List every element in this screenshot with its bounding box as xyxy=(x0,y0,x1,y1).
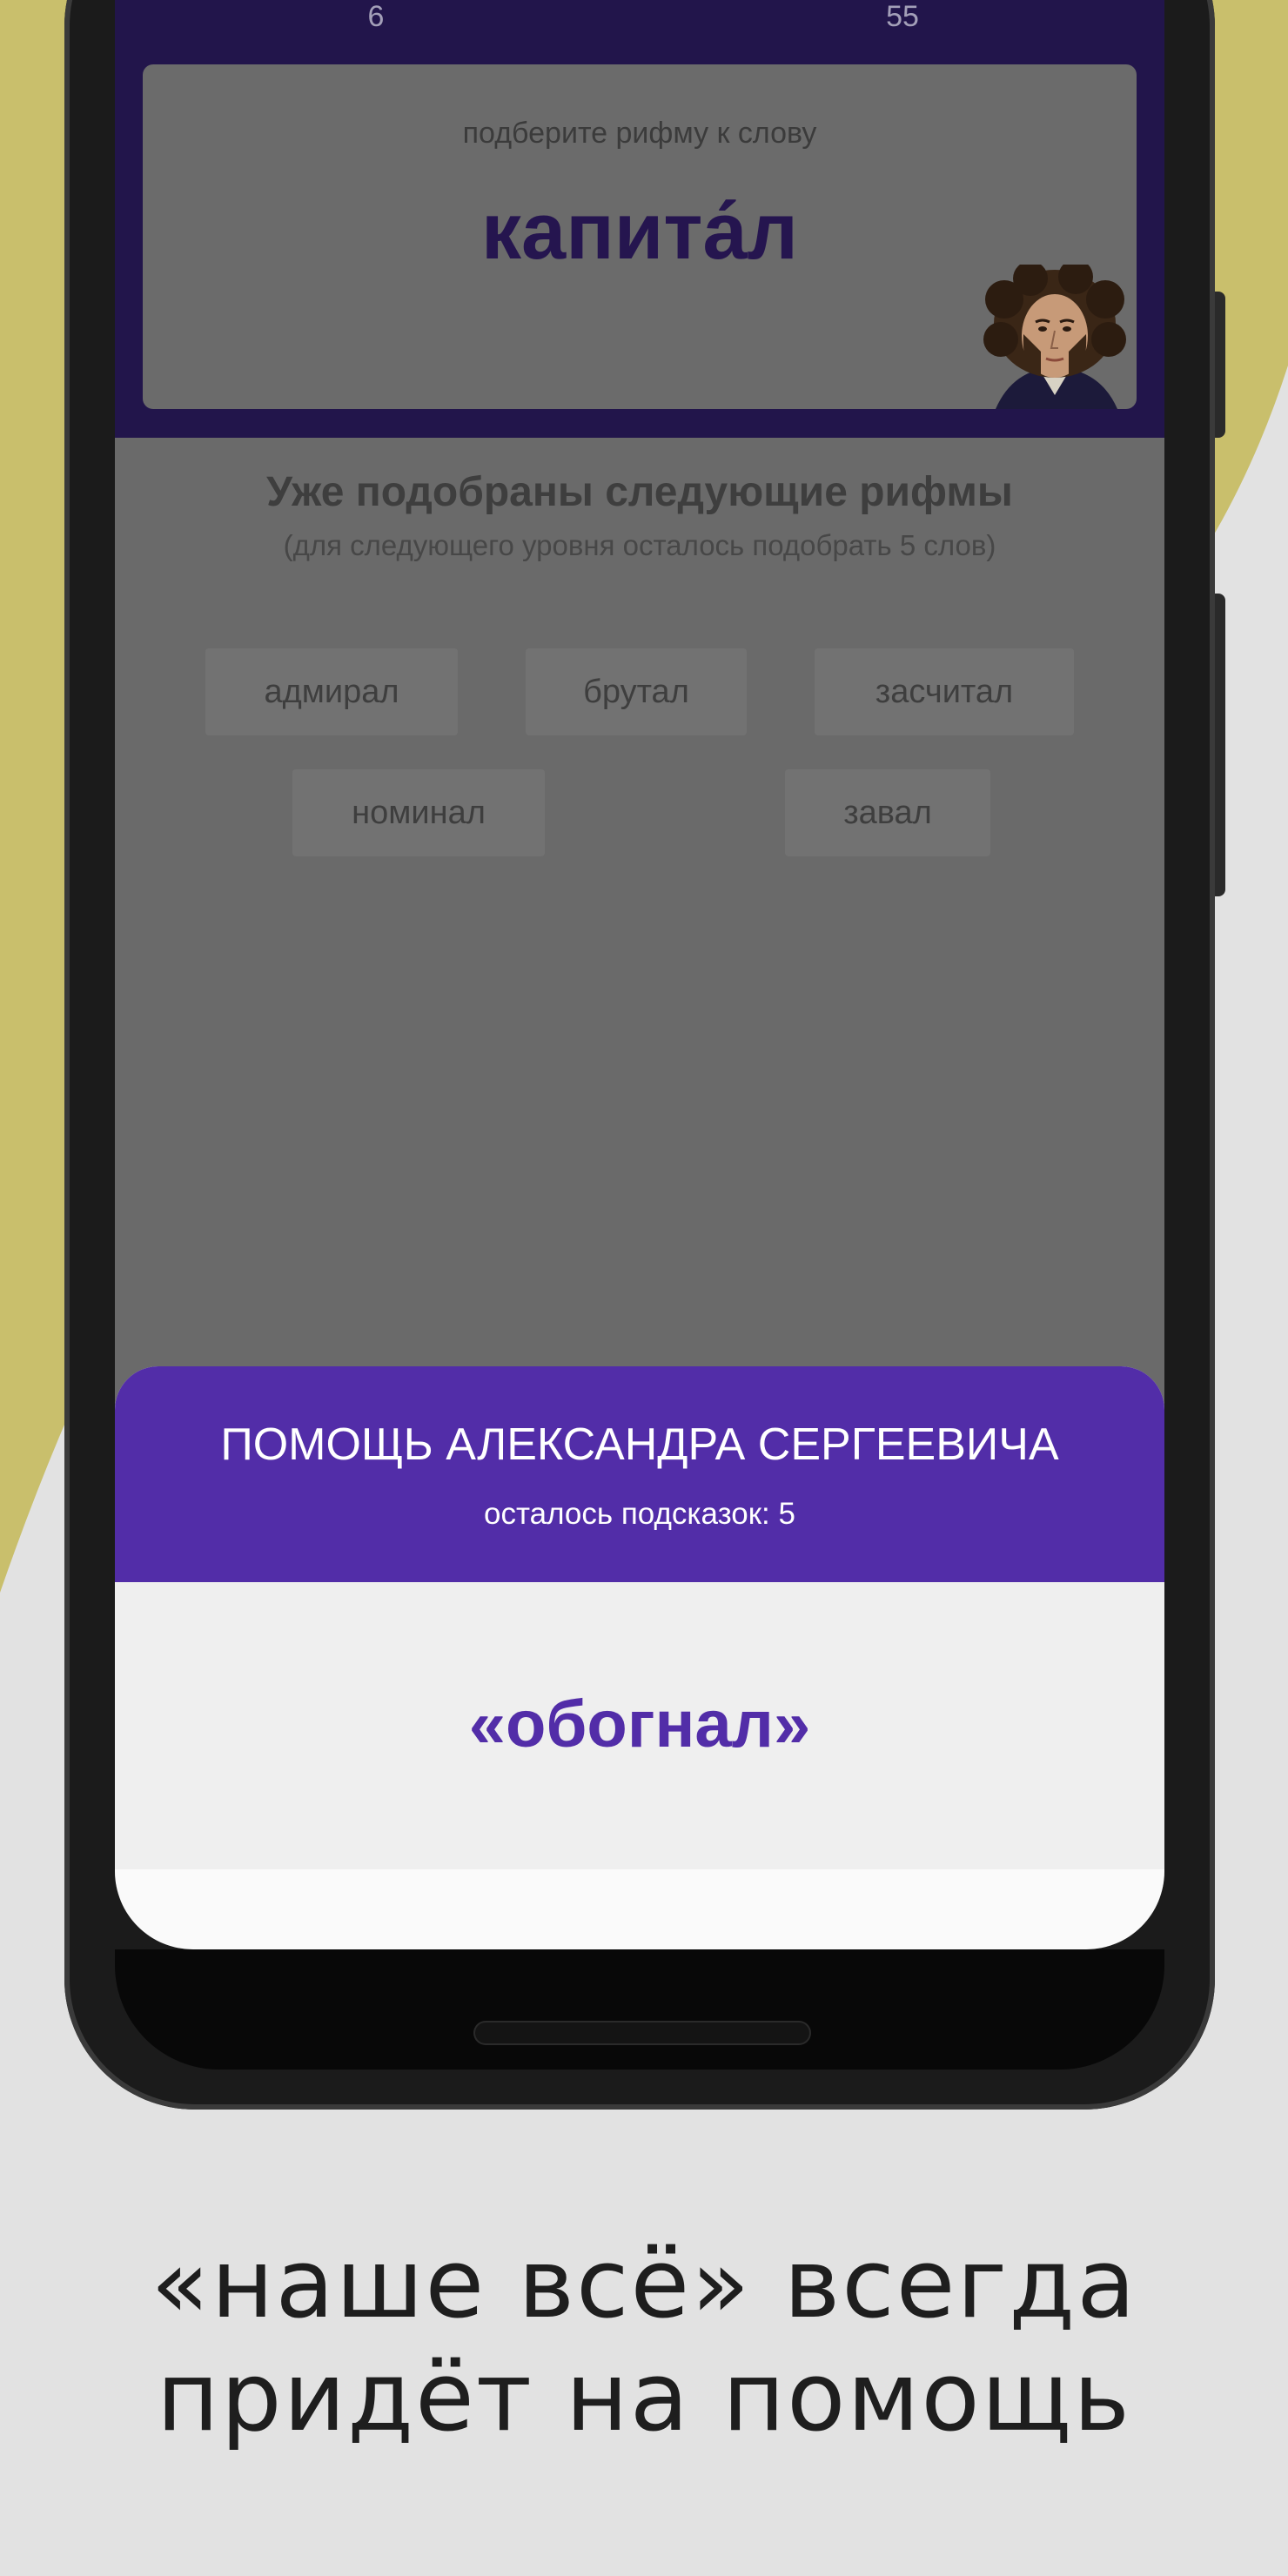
hints-remaining: осталось подсказок: 5 xyxy=(484,1497,795,1531)
game-header: 6 55 подберите рифму к слову капита́л xyxy=(115,0,1164,438)
help-sheet-body[interactable]: «обогнал» xyxy=(115,1582,1164,1869)
rhyme-chip[interactable]: завал xyxy=(785,769,990,856)
help-sheet-header: ПОМОЩЬ АЛЕКСАНДРА СЕРГЕЕВИЧА осталось по… xyxy=(115,1366,1164,1582)
help-sheet-title: ПОМОЩЬ АЛЕКСАНДРА СЕРГЕЕВИЧА xyxy=(220,1419,1059,1470)
word-card: подберите рифму к слову капита́л xyxy=(143,64,1137,409)
phone-power-button xyxy=(1215,292,1225,438)
promo-caption-line-1: «наше всё» всегда xyxy=(151,2228,1137,2339)
stat-right-value: 55 xyxy=(886,0,919,33)
home-indicator[interactable] xyxy=(473,2021,811,2045)
word-card-hint: подберите рифму к слову xyxy=(462,117,817,150)
rhyme-chip[interactable]: номинал xyxy=(292,769,545,856)
stat-left-value: 6 xyxy=(367,0,385,33)
pushkin-avatar xyxy=(983,265,1126,409)
rhymes-subtitle: (для следующего уровня осталось подобрат… xyxy=(283,529,996,561)
rhymes-title: Уже подобраны следующие рифмы xyxy=(266,469,1013,515)
rhyme-chip[interactable]: засчитал xyxy=(815,648,1074,735)
phone-volume-button xyxy=(1215,594,1225,896)
hint-word: «обогнал» xyxy=(468,1687,811,1761)
rhyme-chip[interactable]: адмирал xyxy=(205,648,458,735)
navigation-bar xyxy=(115,1949,1164,2070)
help-bottom-sheet: ПОМОЩЬ АЛЕКСАНДРА СЕРГЕЕВИЧА осталось по… xyxy=(115,1366,1164,1949)
phone-screen: 6 55 подберите рифму к слову капита́л Уж… xyxy=(115,0,1164,1949)
promo-caption-line-2: придёт на помощь xyxy=(156,2341,1132,2452)
rhyme-chip[interactable]: брутал xyxy=(526,648,747,735)
